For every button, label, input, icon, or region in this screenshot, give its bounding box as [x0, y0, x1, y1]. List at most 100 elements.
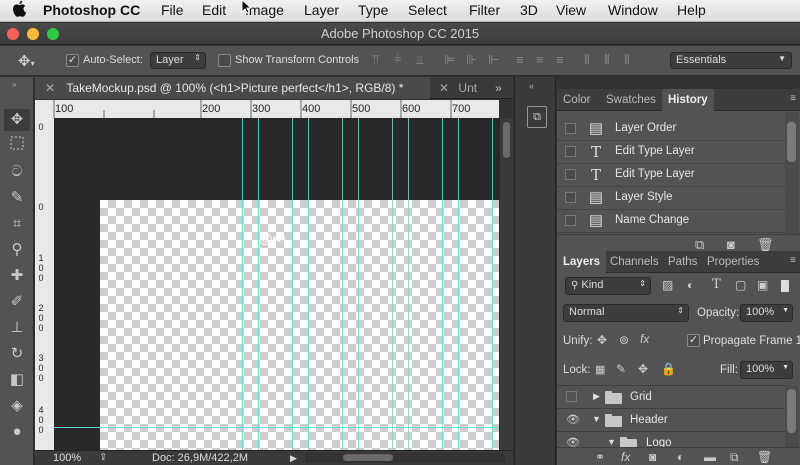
- unify-visibility-icon[interactable]: ⊚: [619, 333, 629, 347]
- history-item[interactable]: T Edit Type Layer: [557, 164, 785, 187]
- link-layers-icon[interactable]: ⚭: [595, 450, 605, 464]
- tab-history[interactable]: History: [662, 89, 714, 111]
- menu-select[interactable]: Select: [408, 2, 447, 18]
- distribute-hcenter-icon[interactable]: ⦀: [604, 52, 610, 68]
- lock-position-icon[interactable]: ✥: [638, 362, 648, 376]
- vertical-guide[interactable]: [392, 118, 393, 450]
- lasso-tool-icon[interactable]: ට: [4, 161, 30, 183]
- unify-position-icon[interactable]: ✥: [597, 333, 607, 347]
- menu-help[interactable]: Help: [677, 2, 706, 18]
- history-snapshot-box[interactable]: [565, 169, 576, 180]
- eye-icon[interactable]: 👁: [566, 413, 580, 426]
- history-brush-tool-icon[interactable]: ↻: [4, 343, 30, 365]
- collapse-arrow-icon[interactable]: ▼: [607, 437, 616, 447]
- toolbar-collapse-icon[interactable]: »: [12, 80, 16, 89]
- lock-transparent-icon[interactable]: ▦: [595, 363, 605, 376]
- history-snapshot-box[interactable]: [565, 123, 576, 134]
- distribute-vcenter-icon[interactable]: ≡: [536, 52, 544, 67]
- menu-filter[interactable]: Filter: [469, 2, 500, 18]
- vertical-guide[interactable]: [458, 118, 459, 450]
- vertical-guide[interactable]: [342, 118, 343, 450]
- panel-menu-icon[interactable]: ≡: [790, 255, 796, 266]
- quick-select-tool-icon[interactable]: ✎: [4, 187, 30, 209]
- clone-stamp-tool-icon[interactable]: ⊥: [4, 317, 30, 339]
- lock-all-icon[interactable]: 🔒: [661, 362, 676, 376]
- vertical-guide[interactable]: [408, 118, 409, 450]
- new-layer-icon[interactable]: ⧉: [730, 450, 739, 465]
- auto-select-dropdown[interactable]: Layer ⇕: [150, 52, 206, 69]
- expand-arrow-icon[interactable]: ▶: [593, 391, 600, 402]
- vertical-guide[interactable]: [442, 118, 443, 450]
- workspace-dropdown[interactable]: Essentials ▼: [670, 52, 792, 69]
- fill-field[interactable]: 100% ▼: [740, 361, 793, 379]
- menu-view[interactable]: View: [556, 2, 586, 18]
- history-snapshot-box[interactable]: [565, 192, 576, 203]
- blur-tool-icon[interactable]: ●: [4, 421, 30, 443]
- new-snapshot-icon[interactable]: ◙: [727, 237, 735, 252]
- marquee-tool-icon[interactable]: [4, 135, 30, 157]
- tab-active-document[interactable]: ✕ TakeMockup.psd @ 100% (<h1>Picture per…: [35, 77, 430, 99]
- vertical-guide[interactable]: [242, 118, 243, 450]
- auto-select-checkbox[interactable]: ✓: [66, 54, 79, 67]
- layer-mask-icon[interactable]: ◙: [649, 450, 656, 464]
- layers-scrollbar[interactable]: [785, 385, 799, 447]
- collapse-arrow-icon[interactable]: ▼: [592, 414, 601, 424]
- eyedropper-tool-icon[interactable]: ⚲: [4, 239, 30, 261]
- tab-swatches[interactable]: Swatches: [600, 89, 662, 111]
- vertical-guide[interactable]: [358, 118, 359, 450]
- trash-icon[interactable]: 🗑: [757, 450, 772, 464]
- move-tool-icon[interactable]: ✥: [4, 109, 30, 131]
- distribute-bottom-icon[interactable]: ≡: [556, 52, 564, 67]
- distribute-left-icon[interactable]: ⦀: [584, 52, 590, 68]
- vertical-ruler[interactable]: 0 0 1 0 0 2 0 0 3 0 0 4 0 0: [35, 118, 54, 450]
- lock-image-icon[interactable]: ✎: [616, 362, 626, 376]
- tab-channels[interactable]: Channels: [604, 251, 665, 273]
- menu-3d[interactable]: 3D: [520, 2, 538, 18]
- align-bottom-icon[interactable]: ⫫: [416, 52, 423, 68]
- scroll-thumb[interactable]: [787, 122, 796, 162]
- scroll-thumb[interactable]: [343, 454, 393, 461]
- close-tab-icon[interactable]: ✕: [439, 81, 449, 95]
- share-icon[interactable]: ⇪: [99, 452, 107, 463]
- filter-adjustment-icon[interactable]: ◐: [687, 278, 694, 292]
- paint-bucket-tool-icon[interactable]: ◈: [4, 395, 30, 417]
- align-vcenter-icon[interactable]: ⫩: [394, 52, 401, 68]
- vertical-guide[interactable]: [292, 118, 293, 450]
- distribute-top-icon[interactable]: ≡: [516, 52, 524, 67]
- layer-row-grid[interactable]: ▶ Grid: [557, 385, 785, 408]
- history-snapshot-box[interactable]: [565, 215, 576, 226]
- layer-filter-dropdown[interactable]: ⚲ Kind ⇕: [565, 277, 651, 295]
- adjustment-layer-icon[interactable]: ◐: [677, 450, 684, 464]
- tab-properties[interactable]: Properties: [701, 251, 765, 273]
- close-tab-icon[interactable]: ✕: [45, 81, 55, 95]
- align-hcenter-icon[interactable]: ⊪: [466, 52, 477, 68]
- history-item[interactable]: T Edit Type Layer: [557, 141, 785, 164]
- history-item[interactable]: ▤ Name Change: [557, 210, 785, 233]
- menu-layer[interactable]: Layer: [304, 2, 339, 18]
- unify-style-icon[interactable]: fx: [640, 332, 649, 346]
- menu-edit[interactable]: Edit: [202, 2, 226, 18]
- healing-brush-tool-icon[interactable]: ✚: [4, 265, 30, 287]
- opacity-field[interactable]: 100% ▼: [740, 304, 793, 322]
- tab-untitled-document[interactable]: ✕ Unt: [433, 77, 485, 99]
- history-scrollbar[interactable]: [785, 112, 799, 234]
- horizontal-ruler[interactable]: 100 200 300 400 500 600 700: [35, 100, 499, 118]
- menu-file[interactable]: File: [161, 2, 184, 18]
- zoom-level[interactable]: 100%: [53, 452, 81, 464]
- menu-window[interactable]: Window: [608, 2, 658, 18]
- status-menu-arrow-icon[interactable]: ▶: [290, 453, 297, 464]
- new-group-icon[interactable]: ▬: [704, 450, 716, 464]
- filter-shape-icon[interactable]: ▢: [735, 278, 746, 292]
- menu-app-name[interactable]: Photoshop CC: [43, 2, 140, 18]
- distribute-right-icon[interactable]: ⦀: [624, 52, 630, 68]
- canvas-horizontal-scrollbar[interactable]: [305, 453, 505, 463]
- scroll-thumb[interactable]: [787, 389, 796, 433]
- strip-collapse-icon[interactable]: «: [529, 81, 534, 91]
- align-top-icon[interactable]: ⫪: [372, 52, 379, 68]
- panel-menu-icon[interactable]: ≡: [790, 93, 796, 104]
- tab-color[interactable]: Color: [557, 89, 596, 111]
- transparent-artboard[interactable]: [100, 200, 499, 450]
- horizontal-guide[interactable]: [54, 427, 499, 428]
- move-tool-preset-icon[interactable]: ✥▾: [18, 52, 35, 70]
- align-right-icon[interactable]: ⊩: [488, 52, 499, 68]
